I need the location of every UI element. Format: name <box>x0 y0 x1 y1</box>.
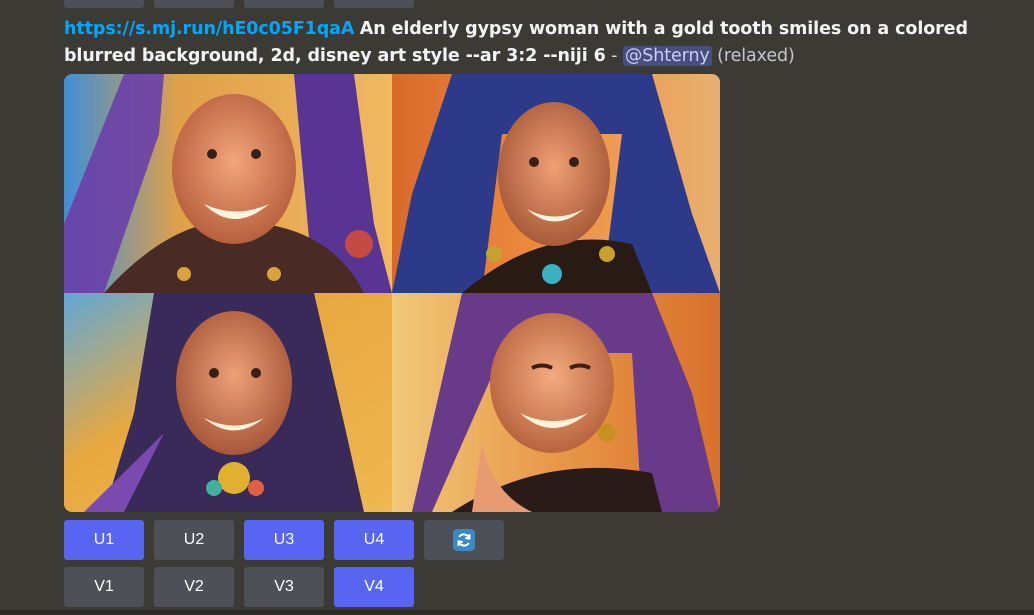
prompt-link[interactable]: https://s.mj.run/hE0c05F1qaA <box>64 19 354 39</box>
image-tile-2 <box>392 74 720 293</box>
upscale-button-2[interactable]: U2 <box>154 520 234 560</box>
variation-button-2[interactable]: V2 <box>154 567 234 607</box>
stub-button[interactable] <box>154 0 234 8</box>
stub-button[interactable] <box>244 0 324 8</box>
stub-button[interactable] <box>334 0 414 8</box>
refresh-icon <box>453 529 475 551</box>
image-tile-1 <box>64 74 392 293</box>
separator: - <box>611 46 618 66</box>
variation-button-1[interactable]: V1 <box>64 567 144 607</box>
upscale-button-3[interactable]: U3 <box>244 520 324 560</box>
message-content: https://s.mj.run/hE0c05F1qaA An elderly … <box>64 16 994 70</box>
stub-button[interactable] <box>64 0 144 8</box>
reroll-button[interactable] <box>424 520 504 560</box>
image-tile-4 <box>392 293 720 512</box>
previous-button-row-stub <box>64 0 414 8</box>
image-tile-3 <box>64 293 392 512</box>
upscale-button-4[interactable]: U4 <box>334 520 414 560</box>
generation-mode: (relaxed) <box>717 46 795 66</box>
upscale-button-1[interactable]: U1 <box>64 520 144 560</box>
user-mention[interactable]: @Shterny <box>622 46 712 66</box>
variation-button-3[interactable]: V3 <box>244 567 324 607</box>
upscale-button-row: U1 U2 U3 U4 <box>64 520 504 560</box>
prompt-text: https://s.mj.run/hE0c05F1qaA An elderly … <box>64 16 994 70</box>
generated-image-grid[interactable] <box>64 74 720 512</box>
variation-button-4[interactable]: V4 <box>334 567 414 607</box>
divider <box>0 610 1034 615</box>
variation-button-row: V1 V2 V3 V4 <box>64 567 414 607</box>
